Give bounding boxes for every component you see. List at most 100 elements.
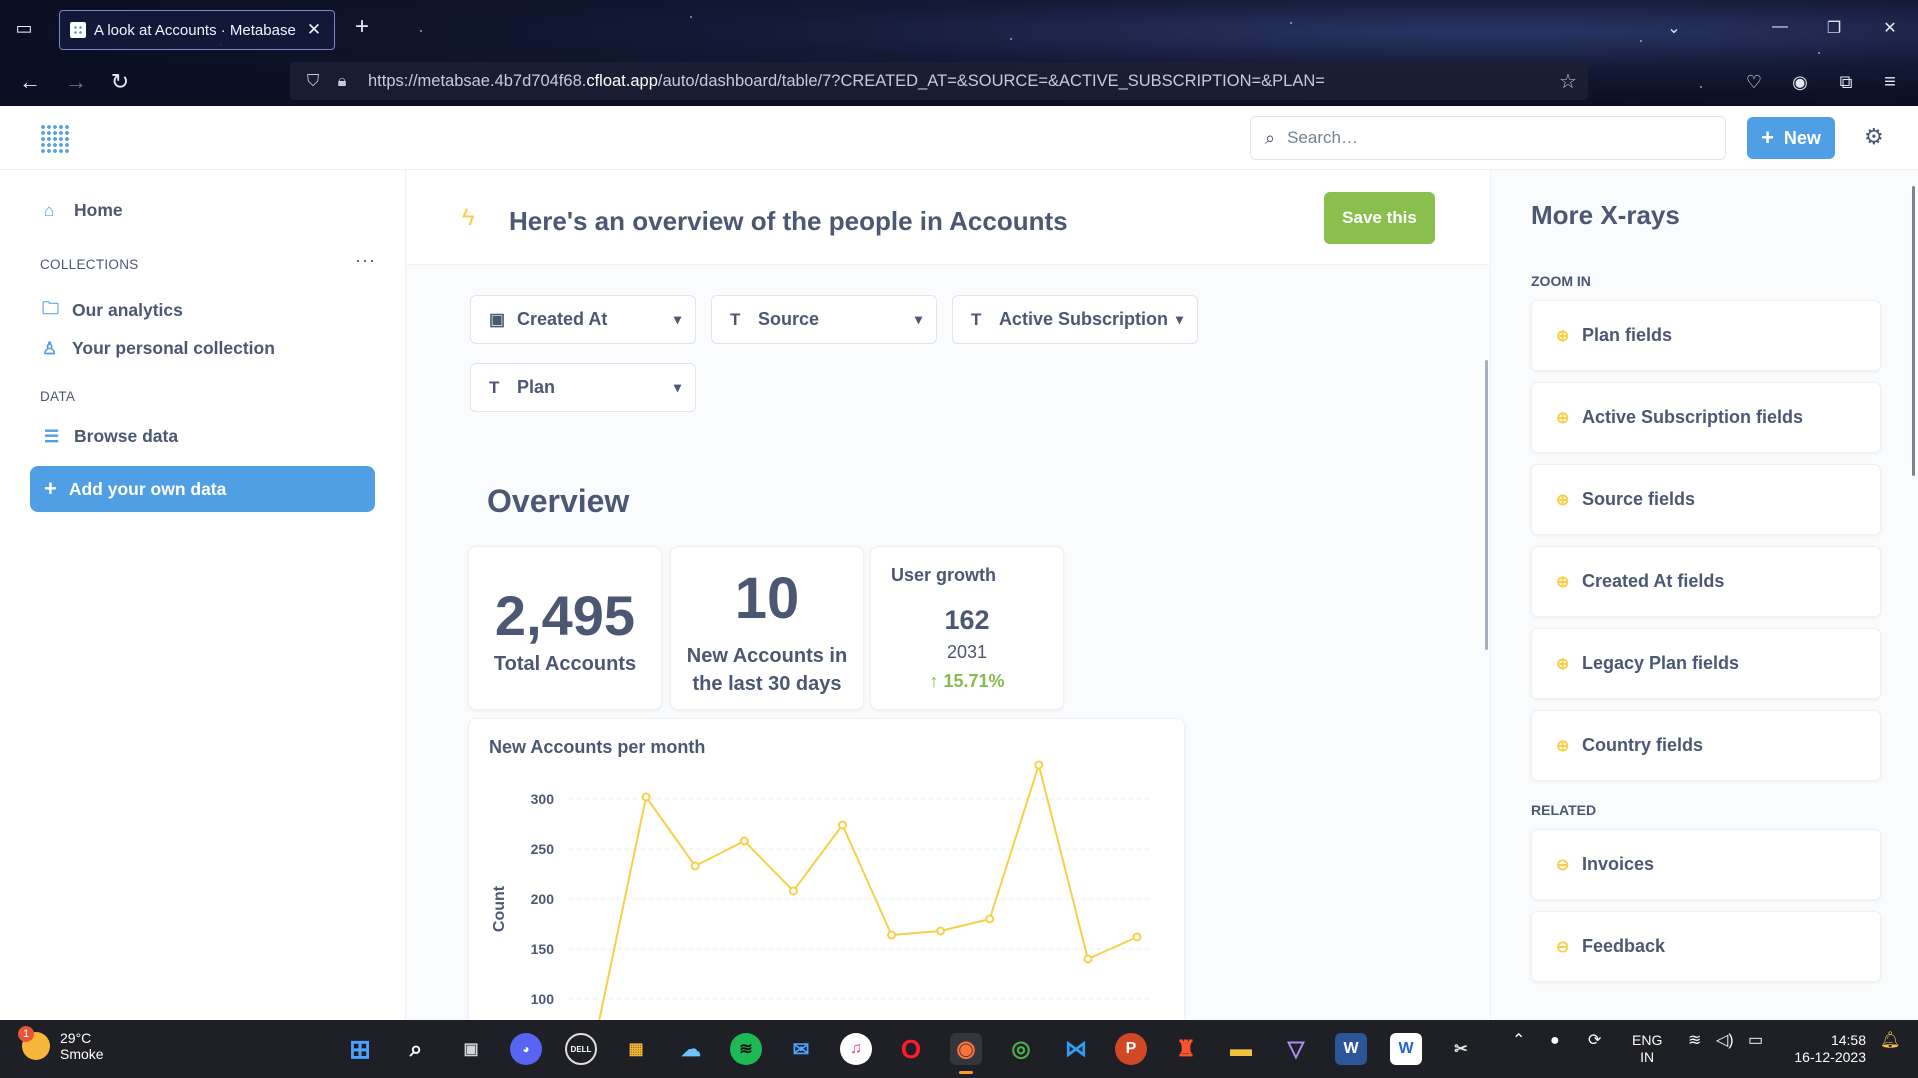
gear-icon[interactable]: ⚙ [1864,124,1884,150]
lock-icon[interactable]: 🔒︎ [330,72,354,91]
close-window-icon[interactable]: ✕ [1878,18,1902,38]
metabase-logo-icon[interactable] [40,124,70,154]
address-bar[interactable]: ⛉ 🔒︎ https://metabsae.4b7d704f68.cfloat.… [290,62,1588,100]
task-view-icon[interactable]: ▣ [455,1033,487,1065]
xray-country-fields[interactable]: ⊕ Country fields [1531,710,1881,781]
sidebar-item-browse-data[interactable]: ☰ Browse data [44,426,178,447]
menu-icon[interactable]: ≡ [1876,68,1904,96]
file-explorer-icon[interactable]: ▬ [1225,1033,1257,1065]
store-icon[interactable]: ▦ [620,1033,652,1065]
chevron-down-icon: ▾ [1175,311,1183,327]
spotify-icon[interactable]: ≋ [730,1033,762,1065]
data-point [1083,954,1093,964]
user-growth-value: 162 [944,605,990,635]
xray-label: Plan fields [1582,325,1673,345]
vscode-icon[interactable]: ⋈ [1060,1033,1092,1065]
tray-app-icon[interactable]: ● [1550,1032,1560,1049]
discord-icon[interactable]: ◕ [510,1033,542,1065]
sidebar-item-our-analytics[interactable]: 🗀︎ Our analytics [42,296,183,325]
url-prefix: https://metabsae.4b7d704f68. [368,71,587,90]
powerpoint-icon[interactable]: P [1115,1033,1147,1065]
sidebar-item-home[interactable]: ⌂ Home [44,200,123,221]
url-path: /auto/dashboard/table/7?CREATED_AT=&SOUR… [657,71,1325,90]
dell-icon[interactable]: DELL [565,1033,597,1065]
main-scrollbar[interactable] [1485,360,1488,650]
related-feedback[interactable]: ⊖ Feedback [1531,911,1881,982]
collections-more-icon[interactable]: ··· [355,250,376,271]
user-growth-change-value: 15.71% [943,671,1005,691]
itunes-icon[interactable]: ♫ [840,1033,872,1065]
sidebar-item-personal-collection[interactable]: ♙ Your personal collection [42,338,275,359]
language-line1: ENG [1632,1032,1663,1048]
zoom-in-icon: ⊕ [1556,409,1570,427]
nav-bar: ← → ↻ ⛉ 🔒︎ https://metabsae.4b7d704f68.c… [0,60,1918,102]
search-box[interactable]: ⌕ [1250,116,1726,160]
reload-icon[interactable]: ↻ [106,68,134,96]
save-this-button[interactable]: Save this [1324,192,1435,244]
browser-tab-active[interactable]: A look at Accounts · Metabase ✕ [59,10,335,50]
related-invoices[interactable]: ⊖ Invoices [1531,829,1881,900]
xray-source-fields[interactable]: ⊕ Source fields [1531,464,1881,535]
chrome-icon[interactable]: ◎ [1005,1033,1037,1065]
battery-icon[interactable]: ▭ [1748,1032,1763,1049]
url-text[interactable]: https://metabsae.4b7d704f68.cfloat.app/a… [354,72,1548,91]
vpn-icon[interactable]: ▽ [1280,1033,1312,1065]
user-growth-card[interactable]: User growth 162 2031 ↑ 15.71% [870,546,1064,710]
minimize-icon[interactable]: — [1768,18,1792,36]
user-growth-year: 2031 [946,642,988,662]
total-accounts-card[interactable]: 2,495 Total Accounts [468,546,662,710]
account-icon[interactable]: ◉ [1786,68,1814,96]
filter-created-at[interactable]: ▣ Created At ▾ [470,295,696,344]
pocket-icon[interactable]: ♡ [1740,68,1768,96]
writer-app-icon[interactable]: W [1390,1033,1422,1065]
onedrive-icon[interactable]: ☁ [675,1033,707,1065]
filter-active-subscription[interactable]: T Active Subscription ▾ [952,295,1198,344]
add-data-label: Add your own data [68,478,227,499]
filter-source[interactable]: T Source ▾ [711,295,937,344]
weather-widget[interactable]: 1 29°C Smoke [18,1026,104,1062]
xray-active-subscription-fields[interactable]: ⊕ Active Subscription fields [1531,382,1881,453]
new-button[interactable]: + New [1747,117,1835,159]
wifi-icon[interactable]: ≋ [1688,1032,1701,1049]
tab-list-icon[interactable]: ▭ [10,14,38,42]
brave-icon[interactable]: ♜ [1170,1033,1202,1065]
close-tab-icon[interactable]: ✕ [304,20,324,40]
more-xrays-title: More X-rays [1531,200,1680,230]
y-tick-label: 200 [531,891,555,907]
opera-icon[interactable]: O [895,1033,927,1065]
tab-overflow-chevron-icon[interactable]: ⌄ [1662,18,1686,38]
xray-plan-fields[interactable]: ⊕ Plan fields [1531,300,1881,371]
sidebar-item-label: Home [74,200,123,220]
filter-plan[interactable]: T Plan ▾ [470,363,696,412]
back-icon[interactable]: ← [16,68,44,96]
xray-created-at-fields[interactable]: ⊕ Created At fields [1531,546,1881,617]
new-tab-icon[interactable]: + [350,15,374,40]
weather-condition: Smoke [60,1046,104,1062]
tray-overflow-icon[interactable]: ⌃ [1512,1032,1525,1049]
new-accounts-card[interactable]: 10 New Accounts in the last 30 days [670,546,864,710]
snipping-tool-icon[interactable]: ✂ [1445,1033,1477,1065]
xray-legacy-plan-fields[interactable]: ⊕ Legacy Plan fields [1531,628,1881,699]
chevron-down-icon: ▾ [673,311,681,327]
taskbar-search-icon[interactable]: ⌕ [400,1033,432,1065]
mail-icon[interactable]: ✉ [785,1033,817,1065]
right-panel-scrollbar[interactable] [1912,186,1915,476]
tracking-shield-icon[interactable]: ⛉ [296,72,330,91]
data-point [739,836,749,846]
language-indicator[interactable]: ENG IN [1632,1032,1662,1066]
volume-icon[interactable]: ◁) [1716,1032,1734,1049]
filter-label: Active Subscription [998,309,1168,329]
forward-icon[interactable]: → [62,68,90,96]
new-accounts-chart-card[interactable]: New Accounts per month 50100150200250300… [468,718,1185,1020]
clock[interactable]: 14:58 16-12-2023 [1786,1032,1866,1066]
search-input[interactable] [1287,128,1711,148]
firefox-icon[interactable]: ◉ [950,1033,982,1074]
word-icon[interactable]: W [1335,1033,1367,1065]
sync-icon[interactable]: ⟳ [1588,1032,1601,1049]
extensions-icon[interactable]: ⧉ [1832,68,1860,96]
add-your-own-data-button[interactable]: + Add your own data [30,466,375,512]
notification-bell-icon[interactable]: 🔔︎ [1880,1032,1900,1049]
windows-start-icon[interactable]: ⊞ [344,1033,376,1065]
restore-icon[interactable]: ❐ [1822,18,1846,38]
bookmark-star-icon[interactable]: ☆ [1548,69,1588,94]
